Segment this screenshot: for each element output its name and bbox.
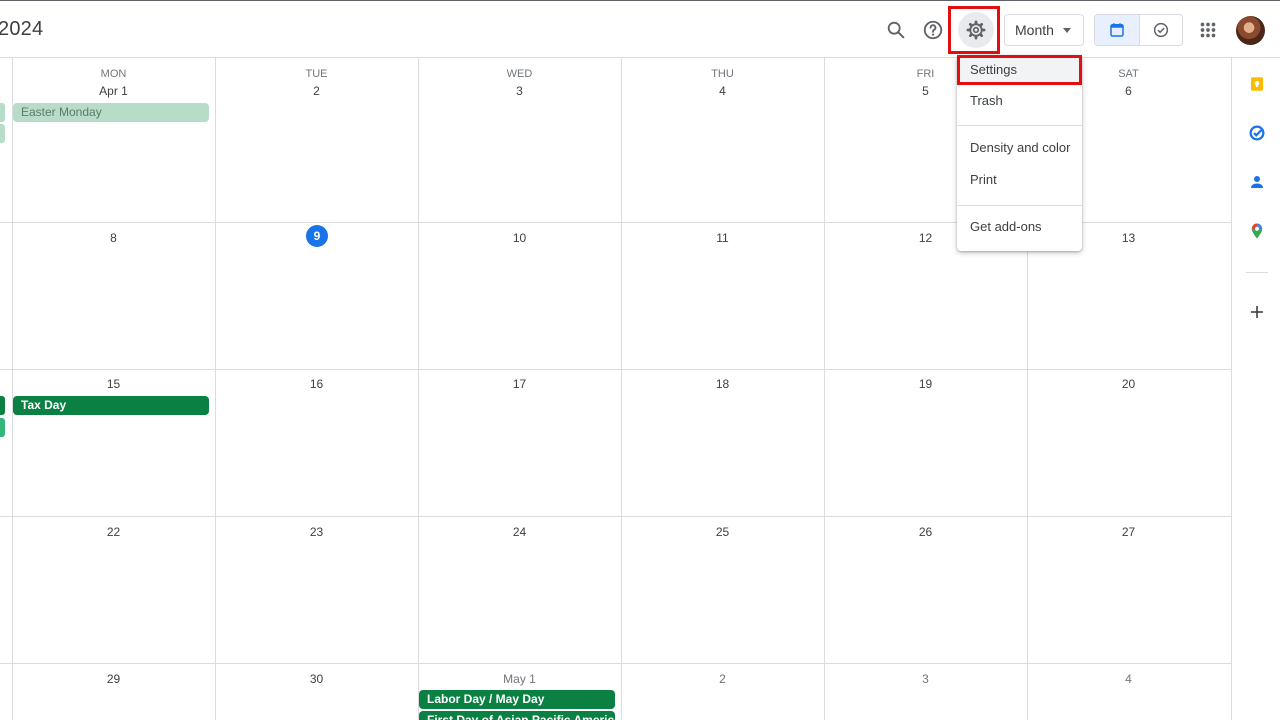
settings-menu: Settings Trash Density and color Print G… (957, 55, 1082, 251)
day-number[interactable]: 10 (418, 231, 621, 245)
calendar-view-toggle[interactable] (1095, 15, 1139, 45)
day-number[interactable]: 2 (215, 84, 418, 98)
help-icon (923, 20, 943, 40)
event-chip-partial[interactable] (0, 103, 5, 122)
tasks-button[interactable] (1246, 122, 1268, 144)
weekday-header: TUE (305, 68, 328, 80)
tasks-check-icon (1153, 22, 1168, 38)
maps-button[interactable] (1246, 220, 1268, 242)
calendar-tasks-toggle (1094, 14, 1183, 46)
weekday-header: WED (506, 68, 533, 80)
day-number[interactable]: 22 (12, 525, 215, 539)
apps-grid-icon (1200, 22, 1216, 38)
side-panel (1232, 58, 1280, 720)
grid-line (0, 369, 1232, 370)
plus-icon (1251, 306, 1263, 318)
menu-item-get-add-ons[interactable]: Get add-ons (957, 212, 1082, 242)
day-number[interactable]: 15 (12, 377, 215, 391)
contacts-icon (1251, 176, 1263, 188)
help-button[interactable] (915, 12, 951, 48)
view-switcher-label: Month (1015, 22, 1054, 38)
event-chip[interactable]: Tax Day (13, 396, 209, 415)
apps-button[interactable] (1190, 12, 1226, 48)
view-switcher-button[interactable]: Month (1004, 14, 1084, 46)
menu-divider (957, 125, 1082, 126)
event-chip-partial[interactable] (0, 396, 5, 415)
day-number[interactable]: 24 (418, 525, 621, 539)
calendar-icon (1110, 23, 1124, 37)
search-button[interactable] (878, 12, 914, 48)
day-number[interactable]: 8 (12, 231, 215, 245)
menu-divider (957, 205, 1082, 206)
weekday-header: THU (711, 68, 734, 80)
menu-item-trash[interactable]: Trash (957, 86, 1082, 116)
top-bar: 2024 Month (0, 0, 1280, 58)
day-number[interactable]: 30 (215, 672, 418, 686)
menu-item-print[interactable]: Print (957, 165, 1082, 195)
day-number[interactable]: 11 (621, 231, 824, 245)
event-chip[interactable]: Labor Day / May Day (419, 690, 615, 709)
tasks-icon (1249, 125, 1265, 141)
settings-highlight-box (948, 6, 1000, 54)
day-number[interactable]: 20 (1027, 377, 1230, 391)
day-number[interactable]: 4 (621, 84, 824, 98)
keep-notes-icon (1251, 77, 1263, 91)
day-number[interactable]: 26 (824, 525, 1027, 539)
menu-item-settings[interactable]: Settings (957, 55, 1082, 85)
event-chip-partial[interactable] (0, 124, 5, 143)
menu-item-density-and-color[interactable]: Density and color (957, 133, 1082, 163)
day-number[interactable]: 3 (824, 672, 1027, 686)
day-number[interactable]: 23 (215, 525, 418, 539)
page-title: 2024 (0, 18, 44, 40)
weekday-header: MON (100, 68, 127, 80)
contacts-button[interactable] (1246, 171, 1268, 193)
maps-pin-icon (1251, 223, 1263, 239)
day-number[interactable]: 16 (215, 377, 418, 391)
grid-line (0, 663, 1232, 664)
side-panel-divider (1246, 272, 1268, 273)
today-day-number[interactable]: 9 (306, 225, 328, 247)
avatar[interactable] (1236, 16, 1265, 45)
event-chip[interactable]: First Day of Asian Pacific American H (419, 711, 615, 720)
day-number[interactable]: 3 (418, 84, 621, 98)
day-number[interactable]: 27 (1027, 525, 1230, 539)
keep-button[interactable] (1246, 73, 1268, 95)
day-number[interactable]: 18 (621, 377, 824, 391)
event-chip-partial[interactable] (0, 418, 5, 437)
day-number[interactable]: 19 (824, 377, 1027, 391)
day-number[interactable]: 17 (418, 377, 621, 391)
get-add-ons-button[interactable] (1246, 301, 1268, 323)
day-number[interactable]: May 1 (418, 672, 621, 686)
event-chip[interactable]: Easter Monday (13, 103, 209, 122)
day-number[interactable]: Apr 1 (12, 84, 215, 98)
grid-line (0, 516, 1232, 517)
day-number[interactable]: 4 (1027, 672, 1230, 686)
tasks-view-toggle[interactable] (1138, 15, 1183, 45)
day-number[interactable]: 2 (621, 672, 824, 686)
day-number[interactable]: 25 (621, 525, 824, 539)
search-icon (887, 21, 905, 39)
settings-menu-button[interactable] (958, 12, 994, 48)
caret-down-icon (1063, 28, 1071, 33)
day-number[interactable]: 29 (12, 672, 215, 686)
gear-icon (966, 20, 986, 40)
